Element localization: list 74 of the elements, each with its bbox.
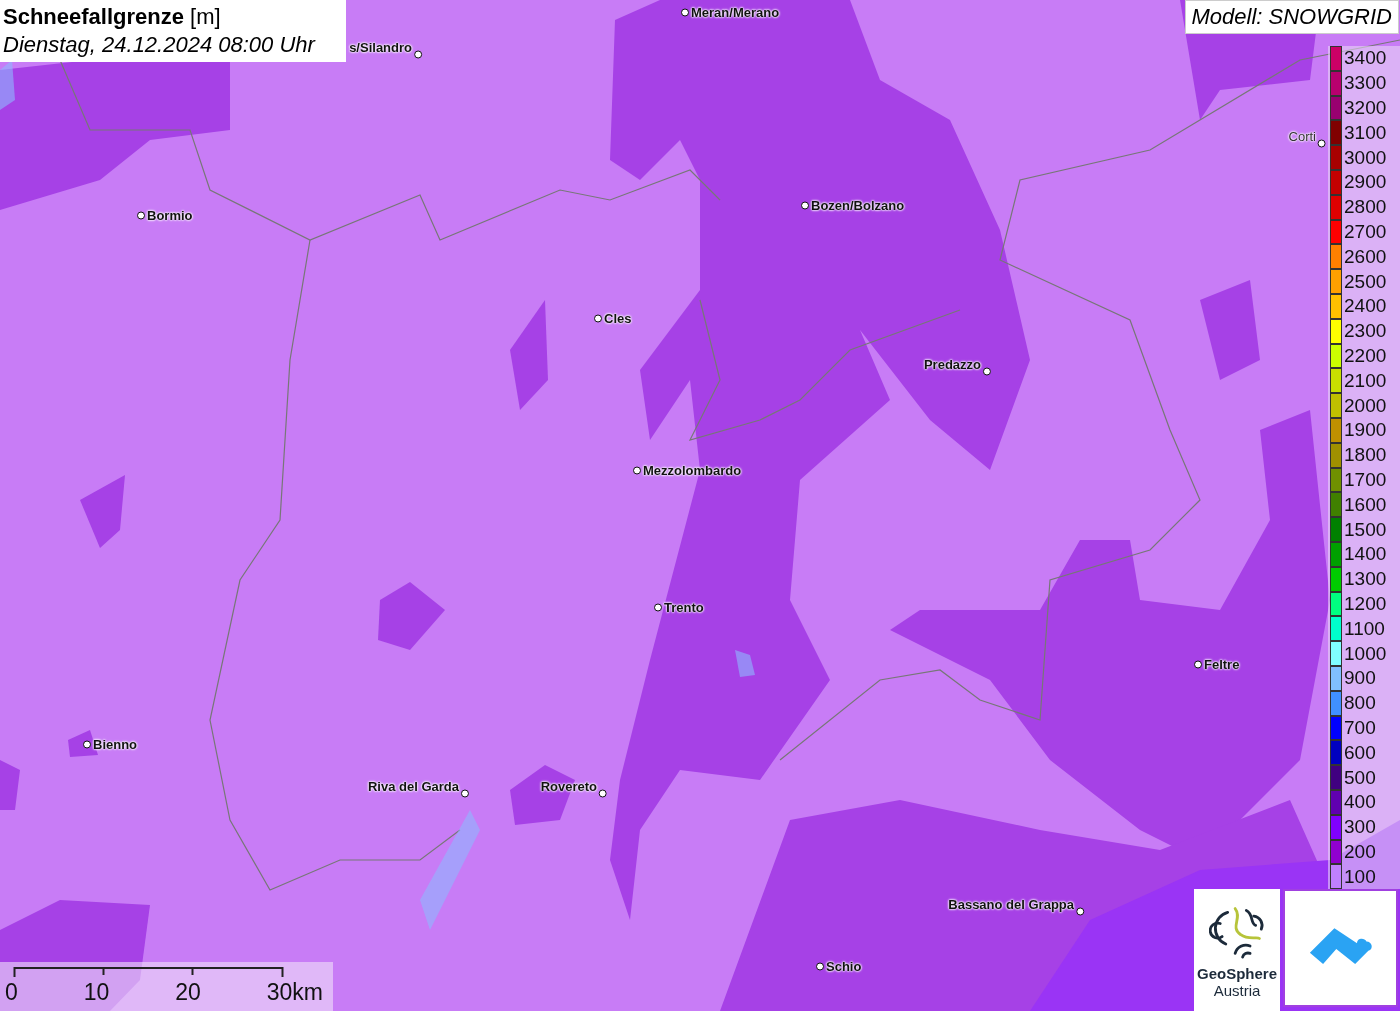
legend-label: 3100 [1344,121,1387,144]
legend-label: 3200 [1344,97,1387,119]
legend-label: 3000 [1344,146,1387,169]
legend-label: 1100 [1344,617,1385,640]
city-label: Bienno [93,736,138,752]
city-marker-icon [681,8,689,16]
city-label: Corti [1288,128,1316,144]
legend-label: 2500 [1344,270,1387,293]
city-marker-icon [461,789,469,797]
city-label: Predazzo [923,356,981,372]
city-marker-icon [654,603,662,611]
city-marker-icon [83,740,91,748]
city-label: Meran/Merano [691,4,780,20]
legend-label: 500 [1344,766,1376,789]
logo-subname: Austria [1213,982,1261,999]
legend-label: 2300 [1344,320,1387,343]
legend-label: 1000 [1344,642,1387,665]
city-label: Mezzolombardo [643,462,742,478]
city-label: Feltre [1204,656,1240,672]
legend-label: 2700 [1344,220,1387,243]
scale-line-icon [13,966,284,978]
city-marker-icon [633,466,641,474]
model-label: Modell: SNOWGRID [1184,0,1399,34]
city-label: Riva del Garda [367,778,459,794]
legend-label: 1800 [1344,444,1387,467]
city-marker-icon [137,211,145,219]
scale-tick-label: 20 [175,978,201,1006]
city-label: Schio [826,958,862,974]
city-marker-icon [414,50,422,58]
city-label: Bassano del Grappa [948,896,1074,912]
legend-label: 800 [1344,692,1376,715]
scale-tick-label: 10 [83,978,110,1006]
legend-label: 2800 [1344,196,1387,219]
forecast-datetime: Dienstag, 24.12.2024 08:00 Uhr [3,31,317,59]
legend-label: 1900 [1344,419,1387,442]
city-label: Bozen/Bolzano [811,197,905,213]
city-label: s/Silandro [349,39,412,55]
city-marker-icon [1194,660,1202,668]
legend-label: 900 [1344,667,1376,690]
city-marker-icon [599,789,607,797]
city-label: Bormio [147,207,193,223]
legend-label: 600 [1344,741,1376,764]
legend-label: 1700 [1344,468,1387,491]
city-marker-icon [801,201,809,209]
logo-name: GeoSphere [1197,965,1277,982]
scale-tick-label: 30km [266,978,323,1006]
scale-tick-label: 0 [5,978,18,1006]
legend-label: 1200 [1344,592,1387,615]
city-marker-icon [983,367,991,375]
city-marker-icon [1318,139,1326,147]
city-label: Cles [604,310,632,326]
legend-label: 2200 [1344,344,1387,367]
city-marker-icon [594,314,602,322]
legend-label: 700 [1344,716,1376,739]
legend-label: 2100 [1344,369,1387,392]
legend-label: 1300 [1344,568,1387,591]
legend-label: 1600 [1344,493,1387,516]
city-marker-icon [1076,907,1084,915]
city-label: Rovereto [540,778,597,794]
city-marker-icon [816,962,824,970]
legend-label: 300 [1344,816,1376,839]
legend-label: 400 [1344,791,1376,814]
legend-label: 200 [1344,840,1376,863]
legend-label: 1500 [1344,518,1387,541]
city-label: Trento [664,599,704,615]
legend-label: 2000 [1344,394,1387,417]
legend-label: 2400 [1344,295,1387,318]
map-title: Schneefallgrenze [m] [3,3,222,31]
legend-label: 3300 [1344,72,1387,95]
legend-label: 2600 [1344,245,1387,268]
legend-label: 100 [1344,865,1376,888]
legend-label: 2900 [1344,171,1387,194]
legend-label: 1400 [1344,543,1387,566]
legend-label: 3400 [1344,47,1387,70]
